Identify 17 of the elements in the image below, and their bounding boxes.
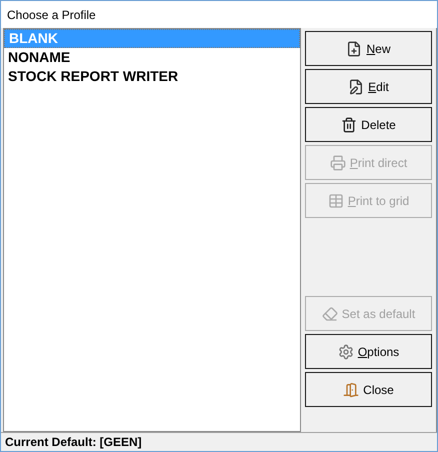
edit-file-icon <box>348 78 364 94</box>
dialog-button[interactable]: Options <box>305 334 432 369</box>
printer-icon <box>330 154 346 170</box>
profile-item[interactable]: NONAME <box>4 48 300 67</box>
dialog-button[interactable]: New <box>305 31 432 66</box>
trash-icon <box>341 116 358 132</box>
profile-item[interactable]: STOCK REPORT WRITER <box>4 67 300 86</box>
door-icon <box>343 382 360 398</box>
dialog-button[interactable]: Close <box>305 372 432 407</box>
status-text: Current Default: [GEEN] <box>5 434 142 451</box>
dialog-button[interactable]: Edit <box>305 69 432 104</box>
dialog-button[interactable]: Delete <box>305 107 432 142</box>
grid-icon <box>328 192 344 208</box>
settings-icon <box>338 344 354 360</box>
new-file-icon <box>346 40 362 56</box>
eraser-icon <box>322 306 338 322</box>
window-title: Choose a Profile <box>7 6 96 24</box>
